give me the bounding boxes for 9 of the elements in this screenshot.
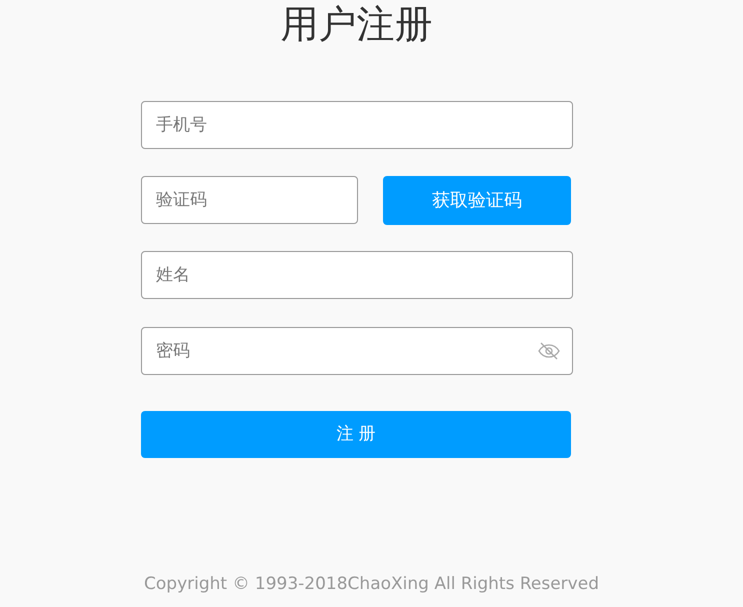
- register-button[interactable]: 注 册: [141, 411, 571, 458]
- code-field[interactable]: 验证码: [141, 176, 358, 224]
- name-field[interactable]: 姓名: [141, 251, 573, 299]
- password-field[interactable]: 密码: [141, 327, 573, 375]
- get-code-button[interactable]: 获取验证码: [383, 176, 571, 225]
- hidden-eye-icon[interactable]: [538, 342, 560, 360]
- page-title: 用户注册: [280, 2, 432, 46]
- copyright-text: Copyright © 1993-2018ChaoXing All Rights Reserved: [144, 572, 599, 596]
- phone-field[interactable]: 手机号: [141, 101, 573, 149]
